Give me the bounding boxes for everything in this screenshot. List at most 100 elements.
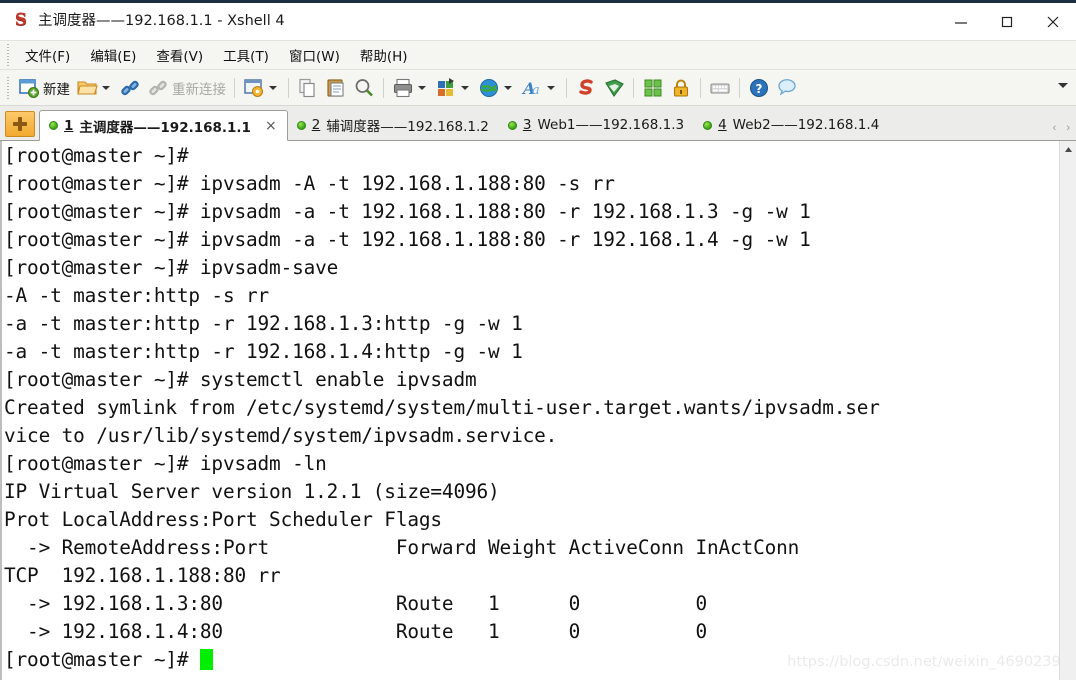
minimize-button[interactable] <box>938 3 984 40</box>
menu-grip-handle[interactable] <box>4 44 13 66</box>
terminal-area: [root@master ~]# [root@master ~]# ipvsadm… <box>0 141 1076 680</box>
tab-session-4[interactable]: 4 Web2——192.168.1.4 <box>694 110 889 140</box>
terminal-line: [root@master ~]# ipvsadm -ln <box>4 452 327 475</box>
tab-scroll-controls: ‹ › <box>1053 122 1070 134</box>
svg-text:a: a <box>532 83 540 98</box>
tab-session-2[interactable]: 2 辅调度器——192.168.1.2 <box>288 110 499 140</box>
terminal-line: IP Virtual Server version 1.2.1 (size=40… <box>4 480 500 503</box>
new-session-button[interactable]: 新建 <box>15 74 73 102</box>
reconnect-button[interactable]: 重新连接 <box>144 74 229 102</box>
terminal-output[interactable]: [root@master ~]# [root@master ~]# ipvsadm… <box>0 141 1059 680</box>
terminal-line: [root@master ~]# ipvsadm -a -t 192.168.1… <box>4 200 811 223</box>
close-tab-icon[interactable]: × <box>265 118 277 134</box>
toolbar-separator <box>700 77 701 98</box>
arrange-caret-icon[interactable] <box>461 85 469 90</box>
toolbar-separator <box>288 77 289 98</box>
terminal-cursor <box>199 649 213 670</box>
open-session-caret-icon[interactable] <box>102 85 110 90</box>
properties-caret-icon[interactable] <box>269 85 277 90</box>
toolbar-grip-handle[interactable] <box>4 76 13 99</box>
tab-label: Web1——192.168.1.3 <box>537 117 685 133</box>
session-properties-button[interactable] <box>240 74 283 102</box>
web-button[interactable] <box>475 74 518 102</box>
new-session-label: 新建 <box>43 81 70 98</box>
menu-tools[interactable]: 工具(T) <box>213 42 279 68</box>
chat-bubble-icon <box>776 77 798 99</box>
search-icon <box>353 77 375 99</box>
properties-icon <box>243 77 265 99</box>
menu-help[interactable]: 帮助(H) <box>350 42 418 68</box>
find-button[interactable] <box>350 74 378 102</box>
tab-scroll-left-icon[interactable]: ‹ <box>1053 122 1057 134</box>
terminal-line: -a -t master:http -r 192.168.1.3:http -g… <box>4 312 523 335</box>
scrollbar-track[interactable] <box>1059 158 1076 680</box>
close-button[interactable] <box>1030 3 1076 40</box>
terminal-line: -a -t master:http -r 192.168.1.4:http -g… <box>4 340 523 363</box>
connection-status-dot-icon <box>507 120 517 130</box>
terminal-line: vice to /usr/lib/systemd/system/ipvsadm.… <box>4 424 558 447</box>
terminal-line: [root@master ~]# ipvsadm-save <box>4 256 339 279</box>
open-session-button[interactable] <box>73 74 116 102</box>
tile-windows-button[interactable] <box>639 74 667 102</box>
paste-icon <box>325 77 347 99</box>
terminal-scrollbar[interactable] <box>1059 141 1076 680</box>
tab-number: 1 <box>64 117 74 134</box>
xshell-button[interactable] <box>572 74 600 102</box>
menu-file[interactable]: 文件(F) <box>15 42 80 68</box>
toolbar-separator <box>566 77 567 98</box>
terminal-prompt: [root@master ~]# <box>4 648 200 671</box>
menu-view[interactable]: 查看(V) <box>146 42 213 68</box>
xshell-logo-icon <box>575 77 597 99</box>
connection-status-dot-icon <box>49 121 58 130</box>
paste-button[interactable] <box>322 74 350 102</box>
xshell-icon: S <box>14 9 28 30</box>
terminal-line: TCP 192.168.1.188:80 rr <box>4 564 281 587</box>
tab-session-1[interactable]: 1 主调度器——192.168.1.1 × <box>39 110 288 141</box>
new-tab-button[interactable] <box>5 111 35 137</box>
font-button[interactable]: A a <box>518 74 561 102</box>
lock-button[interactable] <box>667 74 695 102</box>
connect-button[interactable] <box>116 74 144 102</box>
layout-icon <box>435 77 457 99</box>
connection-status-dot-icon <box>703 120 713 130</box>
window-title: 主调度器——192.168.1.1 - Xshell 4 <box>38 13 285 29</box>
copy-icon <box>297 77 319 99</box>
font-icon: A a <box>521 77 543 99</box>
terminal-line: -> 192.168.1.3:80 Route 1 0 0 <box>4 592 707 615</box>
terminal-line: [root@master ~]# ipvsadm -a -t 192.168.1… <box>4 228 811 251</box>
arrange-layout-button[interactable] <box>432 74 475 102</box>
terminal-line: [root@master ~]# ipvsadm -A -t 192.168.1… <box>4 172 615 195</box>
globe-icon <box>478 77 500 99</box>
plus-icon <box>18 117 22 131</box>
toolbar-separator <box>739 77 740 98</box>
new-window-icon <box>18 77 40 99</box>
xftp-button[interactable] <box>600 74 628 102</box>
menu-edit[interactable]: 编辑(E) <box>80 42 146 68</box>
terminal-prompt-line[interactable]: [root@master ~]# <box>4 646 1059 674</box>
terminal-line: -> 192.168.1.4:80 Route 1 0 0 <box>4 620 707 643</box>
copy-button[interactable] <box>294 74 322 102</box>
help-button[interactable]: ? <box>745 74 773 102</box>
scroll-up-icon[interactable] <box>1060 141 1076 158</box>
menu-window[interactable]: 窗口(W) <box>279 42 350 68</box>
font-caret-icon[interactable] <box>547 85 555 90</box>
chat-button[interactable] <box>773 74 801 102</box>
tab-session-3[interactable]: 3 Web1——192.168.1.3 <box>499 110 694 140</box>
print-caret-icon[interactable] <box>418 85 426 90</box>
web-caret-icon[interactable] <box>504 85 512 90</box>
xftp-logo-icon <box>603 77 625 99</box>
lock-icon <box>670 77 692 99</box>
maximize-button[interactable] <box>984 3 1030 40</box>
folder-open-icon <box>76 77 98 99</box>
toolbar-overflow-caret-icon[interactable] <box>1058 83 1068 88</box>
tab-scroll-right-icon[interactable]: › <box>1066 122 1070 134</box>
title-bar: S 主调度器——192.168.1.1 - Xshell 4 <box>0 0 1076 40</box>
toolbar-separator <box>234 77 235 98</box>
print-button[interactable] <box>389 74 432 102</box>
reconnect-icon <box>147 77 169 99</box>
tab-number: 2 <box>311 117 321 133</box>
connect-link-icon <box>119 77 141 99</box>
keyboard-button[interactable] <box>706 74 734 102</box>
tab-label: 辅调度器——192.168.1.2 <box>326 119 489 135</box>
connection-status-dot-icon <box>296 120 306 130</box>
